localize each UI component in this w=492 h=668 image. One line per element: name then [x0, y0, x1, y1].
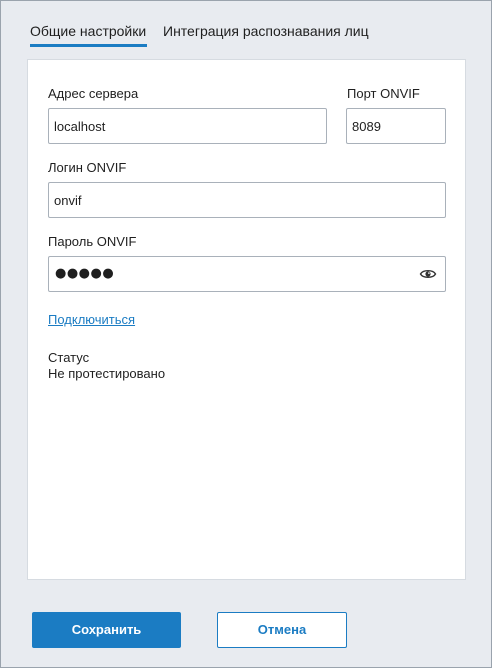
onvif-login-input[interactable] [49, 183, 445, 217]
cancel-button[interactable]: Отмена [217, 612, 347, 648]
connect-link[interactable]: Подключиться [48, 312, 135, 328]
status-value: Не протестировано [48, 366, 166, 381]
onvif-login-label: Логин ONVIF [48, 160, 127, 175]
save-button[interactable]: Сохранить [32, 612, 181, 648]
password-masked-value[interactable]: ●●●●● [55, 266, 114, 282]
status-label: Статус [48, 350, 90, 365]
onvif-port-field[interactable] [346, 108, 446, 144]
settings-window: Общие настройки Интеграция распознавания… [0, 0, 492, 668]
tab-face-recognition-integration[interactable]: Интеграция распознавания лиц [163, 22, 369, 48]
eye-icon[interactable] [419, 266, 437, 282]
onvif-password-field[interactable]: ●●●●● [48, 256, 446, 292]
onvif-password-label: Пароль ONVIF [48, 234, 137, 249]
tab-bar: Общие настройки Интеграция распознавания… [1, 1, 491, 59]
server-address-field[interactable] [48, 108, 327, 144]
onvif-login-field[interactable] [48, 182, 446, 218]
onvif-port-label: Порт ONVIF [347, 86, 420, 101]
settings-panel: Адрес сервера Порт ONVIF Логин ONVIF Пар… [27, 59, 466, 580]
server-address-input[interactable] [49, 109, 326, 143]
onvif-port-input[interactable] [347, 109, 445, 143]
tab-general-settings[interactable]: Общие настройки [30, 22, 148, 48]
server-address-label: Адрес сервера [48, 86, 139, 101]
